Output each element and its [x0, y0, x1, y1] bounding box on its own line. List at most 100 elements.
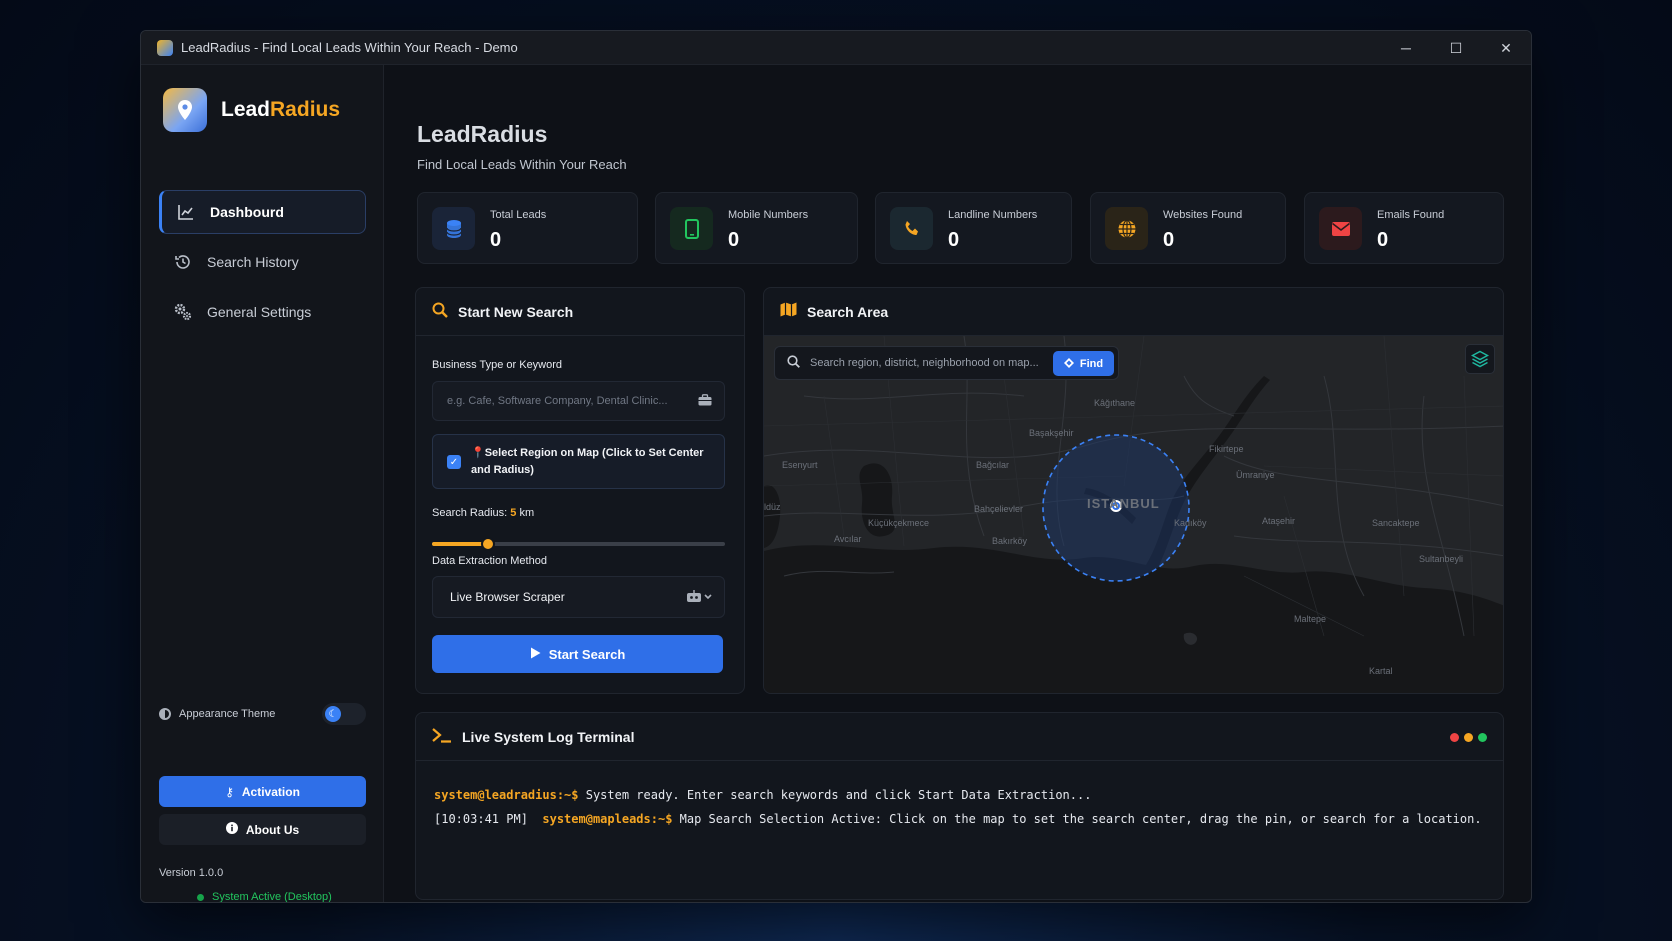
stat-value: 0	[1163, 229, 1175, 251]
log-prompt: system@mapleads:~$	[542, 812, 673, 826]
method-label: Data Extraction Method	[432, 555, 547, 567]
terminal-output: system@leadradius:~$ System ready. Enter…	[434, 783, 1482, 831]
map-label-kucukcekmece: Küçükçekmece	[868, 518, 930, 528]
keyword-input[interactable]: e.g. Cafe, Software Company, Dental Clin…	[432, 381, 725, 421]
pin-icon: 📍	[471, 447, 485, 459]
system-status: System Active (Desktop)	[197, 891, 332, 903]
map-label-maltepe: Maltepe	[1294, 614, 1327, 624]
search-icon	[432, 302, 448, 322]
stat-value: 0	[1377, 229, 1389, 251]
status-text: System Active (Desktop)	[212, 891, 332, 903]
stat-label: Total Leads	[490, 209, 547, 221]
stat-card-landline-numbers: Landline Numbers 0	[875, 192, 1072, 264]
brand-name: LeadRadius	[221, 98, 340, 122]
region-checkbox-label: 📍Select Region on Map (Click to Set Cent…	[471, 445, 710, 479]
layers-icon[interactable]	[1465, 344, 1495, 374]
map-label-bahcelievler: Bahçelievler	[974, 504, 1024, 514]
map-label-umraniye: Ümraniye	[1236, 470, 1275, 480]
stat-label: Mobile Numbers	[728, 209, 809, 221]
version-text: Version 1.0.0	[159, 867, 224, 879]
stat-card-mobile-numbers: Mobile Numbers 0	[655, 192, 858, 264]
robot-chevron-icon	[686, 589, 714, 606]
terminal-window-dots	[1450, 733, 1487, 742]
terminal-line: [10:03:41 PM] system@mapleads:~$ Map Sea…	[434, 807, 1482, 831]
start-search-label: Start Search	[548, 646, 626, 662]
stat-label: Websites Found	[1163, 209, 1243, 221]
theme-toggle[interactable]: ☾	[322, 703, 366, 725]
brand-name-part2: Radius	[270, 98, 341, 121]
terminal-header: Live System Log Terminal	[416, 713, 1503, 761]
find-button[interactable]: Find	[1053, 351, 1114, 376]
radius-slider-fill	[432, 542, 488, 546]
theme-row: Appearance Theme ☾	[159, 703, 366, 725]
title-bar: LeadRadius - Find Local Leads Within You…	[141, 31, 1531, 65]
region-checkbox[interactable]: ✓	[447, 455, 461, 469]
map-label-atasehir: Ataşehir	[1262, 516, 1296, 526]
minimize-button[interactable]: ─	[1381, 31, 1431, 65]
map-label-sancaktepe: Sancaktepe	[1372, 518, 1420, 528]
method-value: Live Browser Scraper	[450, 590, 565, 604]
map-search-bar[interactable]: Search region, district, neighborhood on…	[774, 346, 1119, 380]
region-select-option[interactable]: ✓ 📍Select Region on Map (Click to Set Ce…	[432, 434, 725, 489]
radius-slider[interactable]	[432, 537, 725, 551]
method-select[interactable]: Live Browser Scraper	[432, 576, 725, 618]
map-panel-title: Search Area	[807, 303, 889, 320]
map-label-kadikoy: Kadıköy	[1174, 518, 1207, 528]
play-icon	[530, 647, 541, 662]
map-icon	[780, 302, 797, 321]
radius-unit: km	[519, 507, 535, 519]
brand-name-part1: Lead	[221, 98, 271, 121]
database-icon	[432, 207, 475, 250]
stat-card-total-leads: Total Leads 0	[417, 192, 638, 264]
map-label-bagcilar: Bağcılar	[976, 460, 1010, 470]
sidebar-item-label: General Settings	[207, 304, 312, 320]
search-icon	[787, 355, 800, 371]
terminal-icon	[432, 727, 452, 747]
theme-label: Appearance Theme	[179, 708, 276, 720]
stat-label: Landline Numbers	[948, 209, 1038, 221]
stat-value: 0	[490, 229, 502, 251]
radius-value: 5	[510, 507, 517, 519]
find-label: Find	[1079, 357, 1104, 370]
stat-card-websites-found: Websites Found 0	[1090, 192, 1286, 264]
terminal-dot-red	[1450, 733, 1459, 742]
about-button[interactable]: About Us	[159, 814, 366, 845]
map-label-bakirkoy: Bakırköy	[992, 536, 1028, 546]
chart-line-icon	[176, 202, 196, 222]
map-label-fikirtepe: Fikirtepe	[1209, 444, 1244, 454]
close-button[interactable]: ✕	[1481, 31, 1531, 65]
radius-label: Search Radius: 5 km	[432, 507, 534, 519]
map-tiles	[764, 336, 1503, 693]
radius-slider-handle[interactable]	[480, 537, 495, 551]
mobile-icon	[670, 207, 713, 250]
start-search-button[interactable]: Start Search	[432, 635, 723, 673]
key-icon: ⚷	[225, 784, 234, 799]
keyword-placeholder: e.g. Cafe, Software Company, Dental Clin…	[447, 395, 668, 407]
map-label-istanbul: ISTANBUL	[1087, 496, 1160, 511]
sidebar-item-label: Search History	[207, 254, 299, 270]
map-label-avcilar: Avcılar	[834, 534, 862, 544]
phone-icon	[890, 207, 933, 250]
sidebar-item-dashboard[interactable]: Dashbourd	[159, 190, 366, 234]
half-circle-icon	[159, 708, 171, 720]
map-search-placeholder: Search region, district, neighborhood on…	[810, 357, 1039, 369]
maximize-button[interactable]: ☐	[1431, 31, 1481, 65]
stat-value: 0	[728, 229, 740, 251]
stat-label: Emails Found	[1377, 209, 1445, 221]
window-controls: ─ ☐ ✕	[1381, 31, 1531, 65]
map-label-basaksehir: Başakşehir	[1029, 428, 1074, 438]
log-text: Map Search Selection Active: Click on th…	[672, 812, 1482, 826]
map-canvas[interactable]: Kâğıthane Esenyurt Başakşehir Bağcılar Ü…	[764, 336, 1503, 693]
keyword-label: Business Type or Keyword	[432, 359, 563, 371]
sidebar-item-general-settings[interactable]: General Settings	[159, 290, 366, 334]
moon-icon: ☾	[325, 706, 341, 722]
sidebar-item-search-history[interactable]: Search History	[159, 240, 366, 284]
log-text: System ready. Enter search keywords and …	[578, 788, 1092, 802]
activation-button[interactable]: ⚷ Activation	[159, 776, 366, 807]
brand: LeadRadius	[163, 88, 340, 132]
map-panel: Search Area Kâğıthane Esenyurt Başakşehi…	[763, 287, 1504, 694]
terminal-line: system@leadradius:~$ System ready. Enter…	[434, 783, 1482, 807]
page-title: LeadRadius	[417, 121, 548, 147]
terminal-panel: Live System Log Terminal system@leadradi…	[415, 712, 1504, 900]
map-label-esenyurt: Esenyurt	[782, 460, 818, 470]
